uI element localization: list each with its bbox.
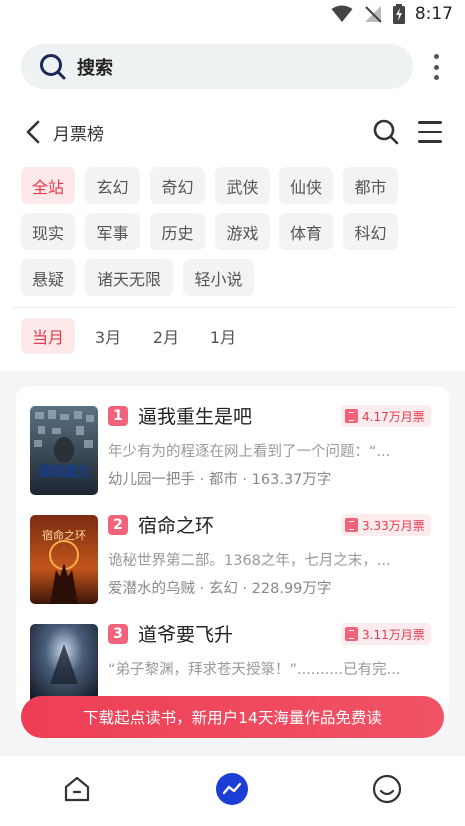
book-description: “弟子黎渊，拜求苍天授箓！”..........已有完... [108, 662, 401, 678]
wifi-icon [331, 5, 353, 22]
book-title: 逼我重生是吧 [138, 406, 253, 428]
rank-badge: 3 [108, 624, 128, 644]
monthly-votes-badge: 3.11万月票 [341, 623, 431, 645]
more-options-icon[interactable] [428, 54, 444, 80]
category-chip[interactable]: 体育 [279, 213, 333, 250]
category-chip-all[interactable]: 全站 [21, 167, 75, 204]
book-meta: 幼儿园一把手 · 都市 · 163.37万字 [108, 472, 332, 488]
votes-count: 3.33万月票 [362, 518, 425, 533]
trend-icon[interactable] [215, 772, 249, 806]
category-chip[interactable]: 奇幻 [150, 167, 205, 204]
list-item[interactable]: 3 道爷要飞升 3.11万月票 “弟子黎渊，拜求苍天授箓！”..........… [16, 604, 449, 713]
page-title: 月票榜 [53, 125, 104, 145]
category-chip[interactable]: 诸天无限 [85, 259, 173, 296]
category-chip[interactable]: 军事 [85, 213, 140, 250]
battery-charging-icon [392, 4, 405, 24]
category-chip[interactable]: 历史 [150, 213, 205, 250]
bottom-navigation [0, 756, 465, 826]
book-title: 宿命之环 [138, 515, 215, 537]
category-chip[interactable]: 悬疑 [21, 259, 75, 296]
ticket-icon [345, 627, 358, 641]
book-cover: 宿命之环 [30, 515, 98, 604]
ranking-list: 逼我重生 1 逼我重生是吧 4.17万月票 年少有为的程逐在网上看到了一个问题：… [16, 386, 449, 716]
ticket-icon [345, 518, 358, 532]
category-chip[interactable]: 仙侠 [279, 167, 333, 204]
votes-count: 3.11万月票 [362, 627, 425, 642]
rank-badge: 1 [108, 406, 128, 426]
category-chip[interactable]: 都市 [343, 167, 398, 204]
cover-title: 逼我重生 [38, 464, 90, 480]
category-chip[interactable]: 玄幻 [85, 167, 140, 204]
ticket-icon [345, 409, 358, 423]
search-icon [40, 53, 66, 79]
month-tab[interactable]: 3月 [85, 318, 131, 354]
profile-icon[interactable] [370, 772, 404, 806]
book-cover: 逼我重生 [30, 406, 98, 495]
month-tab[interactable]: 2月 [143, 318, 189, 354]
month-tab-current[interactable]: 当月 [21, 318, 75, 354]
status-bar: 8:17 [0, 0, 465, 34]
signal-off-icon [364, 6, 382, 23]
menu-icon[interactable] [418, 121, 442, 143]
search-label: 搜索 [77, 57, 113, 79]
month-tab[interactable]: 1月 [200, 318, 246, 354]
category-chip[interactable]: 游戏 [215, 213, 270, 250]
rank-badge: 2 [108, 515, 128, 535]
book-meta: 爱潜水的乌贼 · 玄幻 · 228.99万字 [108, 581, 332, 597]
monthly-votes-badge: 4.17万月票 [341, 405, 431, 427]
download-app-banner[interactable]: 下载起点读书，新用户14天海量作品免费读 [21, 696, 444, 738]
status-time: 8:17 [414, 4, 453, 24]
back-arrow-icon[interactable] [22, 119, 48, 145]
list-item[interactable]: 宿命之环 2 宿命之环 3.33万月票 诡秘世界第二部。1368之年，七月之末，… [16, 495, 449, 604]
book-description: 年少有为的程逐在网上看到了一个问题：“... [108, 444, 391, 460]
book-title: 道爷要飞升 [138, 624, 234, 646]
category-chip[interactable]: 现实 [21, 213, 75, 250]
list-item[interactable]: 逼我重生 1 逼我重生是吧 4.17万月票 年少有为的程逐在网上看到了一个问题：… [16, 386, 449, 495]
monthly-votes-badge: 3.33万月票 [341, 514, 431, 536]
cover-title: 宿命之环 [42, 528, 86, 542]
home-icon[interactable] [60, 772, 94, 806]
divider [12, 307, 455, 308]
category-chip[interactable]: 科幻 [343, 213, 398, 250]
page-header: 月票榜 [0, 112, 465, 152]
book-description: 诡秘世界第二部。1368之年，七月之末，... [108, 553, 391, 569]
search-bar[interactable]: 搜索 [21, 44, 413, 89]
category-chip[interactable]: 轻小说 [183, 259, 254, 296]
header-search-icon[interactable] [372, 118, 400, 146]
votes-count: 4.17万月票 [362, 409, 425, 424]
category-chip[interactable]: 武侠 [215, 167, 270, 204]
